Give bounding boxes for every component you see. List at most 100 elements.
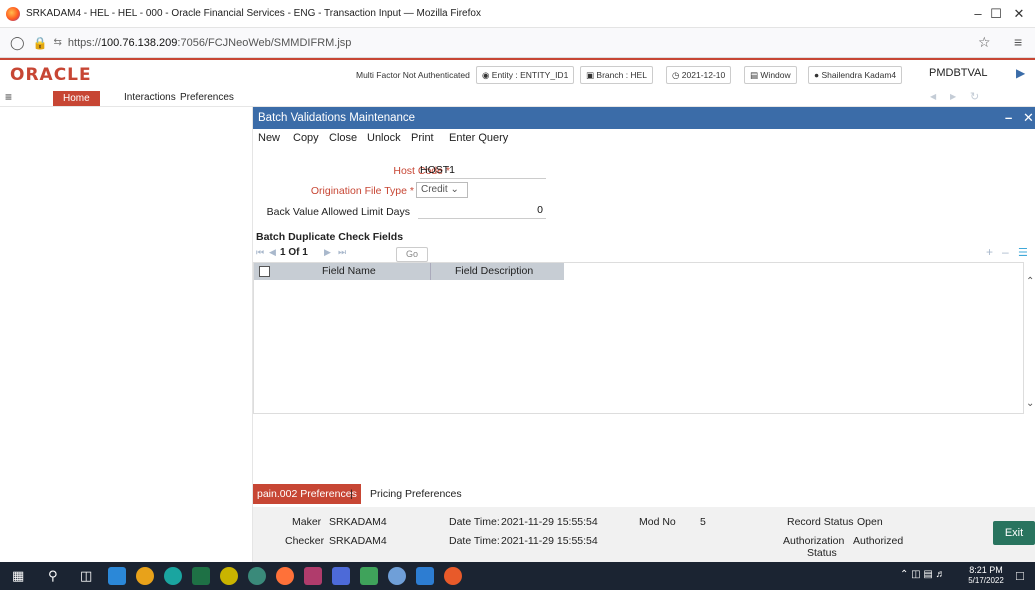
duplicate-check-grid: Field Name Field Description: [253, 262, 1024, 414]
menu-icon[interactable]: ≡: [1014, 34, 1022, 50]
entity-label: Entity : ENTITY_ID1: [491, 70, 569, 80]
new-button[interactable]: New: [258, 132, 280, 144]
lock-icon[interactable]: 🔒: [33, 36, 48, 50]
globe-icon: ◉: [482, 70, 492, 80]
next-page-icon[interactable]: ▶: [324, 247, 331, 258]
app-icon-blue[interactable]: [332, 567, 350, 585]
clock[interactable]: 8:21 PM 5/17/2022: [964, 565, 1008, 585]
authorization-status-value: Authorized: [853, 535, 904, 547]
form-toolbar: New Copy Close Unlock Print Enter Query: [253, 129, 1035, 147]
excel-icon[interactable]: [192, 567, 210, 585]
window-icon: ▤: [750, 70, 761, 80]
origination-file-type-label: Origination File Type *: [310, 185, 414, 197]
bookmark-star-icon[interactable]: ☆: [978, 34, 991, 51]
edge-icon[interactable]: [164, 567, 182, 585]
user-chip[interactable]: ● Shailendra Kadam4: [808, 66, 903, 84]
scroll-up-icon[interactable]: ⌃: [1026, 276, 1034, 287]
exit-button[interactable]: Exit: [993, 521, 1035, 545]
add-row-icon[interactable]: +: [986, 245, 993, 259]
tab-separator: |: [350, 488, 353, 500]
menu-home[interactable]: Home: [53, 91, 100, 106]
app-icon-paint[interactable]: [388, 567, 406, 585]
app-icon-green[interactable]: [360, 567, 378, 585]
host-code-input[interactable]: HOST1: [420, 163, 546, 179]
go-button[interactable]: Go: [396, 247, 428, 262]
prev-page-icon[interactable]: ◀: [269, 247, 276, 258]
date-chip[interactable]: ◷ 2021-12-10: [666, 66, 732, 84]
authorization-label: Authorization: [783, 535, 845, 547]
date-label: 2021-12-10: [681, 70, 726, 80]
window-label: Window: [760, 70, 791, 80]
menu-interactions[interactable]: Interactions: [124, 92, 176, 103]
close-button[interactable]: Close: [329, 132, 357, 144]
delete-row-icon[interactable]: –: [1002, 245, 1009, 259]
next-arrow-icon[interactable]: ▶: [950, 92, 956, 101]
clock-date: 5/17/2022: [968, 576, 1004, 585]
task-view-icon[interactable]: ◫: [80, 568, 92, 584]
record-status-value: Open: [857, 516, 883, 528]
grid-header: Field Name Field Description: [254, 263, 564, 280]
windows-start-icon[interactable]: ▦: [12, 568, 24, 584]
function-id-field[interactable]: PMDBTVAL: [929, 67, 987, 79]
permissions-icon[interactable]: ⇆: [54, 37, 62, 48]
single-view-icon[interactable]: ☰: [1018, 246, 1028, 259]
file-explorer-icon[interactable]: [108, 567, 126, 585]
audit-footer: Maker SRKADAM4 Checker SRKADAM4 Date Tim…: [253, 507, 1035, 562]
minimize-form-icon[interactable]: –: [1005, 107, 1012, 129]
app-icon-yellow[interactable]: [220, 567, 238, 585]
window-chip[interactable]: ▤ Window: [744, 66, 797, 84]
bank-icon: ▣: [586, 70, 597, 80]
prev-arrow-icon[interactable]: ◀: [930, 92, 936, 101]
scroll-down-icon[interactable]: ⌄: [1026, 398, 1034, 409]
sub-tabs: pain.002 Preferences | Pricing Preferenc…: [253, 484, 1035, 504]
url-field[interactable]: https://100.76.138.209:7056/FCJNeoWeb/SM…: [68, 37, 352, 49]
grid-scrollbar[interactable]: ⌃ ⌄: [1024, 262, 1035, 414]
refresh-icon[interactable]: ↻: [970, 90, 979, 103]
entity-chip[interactable]: ◉ Entity : ENTITY_ID1: [476, 66, 575, 84]
back-value-input[interactable]: 0: [418, 203, 546, 219]
app-icon-orange[interactable]: [444, 567, 462, 585]
menu-preferences[interactable]: Preferences: [180, 92, 234, 103]
origination-file-type-select[interactable]: Credit ⌄: [416, 182, 468, 198]
checker-datetime: 2021-11-29 15:55:54: [501, 535, 598, 547]
app-icon-teal[interactable]: [248, 567, 266, 585]
shield-icon[interactable]: ◯: [10, 35, 25, 51]
firefox-taskbar-icon[interactable]: [276, 567, 294, 585]
search-icon[interactable]: ⚲: [48, 568, 58, 584]
maker-datetime: 2021-11-29 15:55:54: [501, 516, 598, 528]
url-prefix: https://: [67, 36, 101, 49]
maker-label: Maker: [292, 516, 322, 528]
branch-chip[interactable]: ▣ Branch : HEL: [580, 66, 653, 84]
tab-pricing-preferences[interactable]: Pricing Preferences: [370, 484, 462, 504]
left-sidebar: [0, 107, 253, 562]
page-indicator: 1 Of 1: [280, 247, 308, 258]
close-form-icon[interactable]: ✕: [1023, 107, 1034, 129]
first-page-icon[interactable]: ⏮: [256, 247, 264, 258]
column-field-description[interactable]: Field Description: [430, 263, 533, 280]
column-field-name[interactable]: Field Name: [322, 265, 376, 277]
app-icon-pink[interactable]: [304, 567, 322, 585]
unlock-button[interactable]: Unlock: [367, 132, 401, 144]
enter-query-button[interactable]: Enter Query: [449, 132, 508, 144]
modno-value: 5: [700, 516, 706, 528]
form-window-title: Batch Validations Maintenance – ✕: [253, 107, 1035, 129]
outlook-icon[interactable]: [416, 567, 434, 585]
hamburger-icon[interactable]: ≡: [5, 90, 12, 104]
modno-label: Mod No: [639, 516, 676, 528]
mfa-status: Multi Factor Not Authenticated: [356, 70, 470, 80]
tab-pain002-preferences[interactable]: pain.002 Preferences: [253, 484, 361, 504]
address-bar: ◯ 🔒 ⇆ https://100.76.138.209:7056/FCJNeo…: [0, 28, 1035, 58]
record-status-label: Record Status: [787, 516, 854, 528]
close-window-button[interactable]: ✕: [1004, 0, 1034, 28]
chrome-icon[interactable]: [136, 567, 154, 585]
last-page-icon[interactable]: ⏭: [338, 247, 346, 258]
tray-icons[interactable]: ⌃ ◫ ▤ ♬: [900, 569, 946, 580]
print-button[interactable]: Print: [411, 132, 434, 144]
window-title: SRKADAM4 - HEL - HEL - 000 - Oracle Fina…: [26, 8, 481, 19]
go-arrow-icon[interactable]: ▶: [1016, 66, 1025, 80]
notification-icon[interactable]: □: [1016, 568, 1024, 583]
origination-file-type-label-text: Origination File Type: [310, 185, 407, 197]
grid-pager: ⏮ ◀ 1 Of 1 ▶ ⏭ Go + – ☰: [256, 245, 1035, 262]
copy-button[interactable]: Copy: [293, 132, 319, 144]
select-all-checkbox[interactable]: [259, 266, 270, 277]
